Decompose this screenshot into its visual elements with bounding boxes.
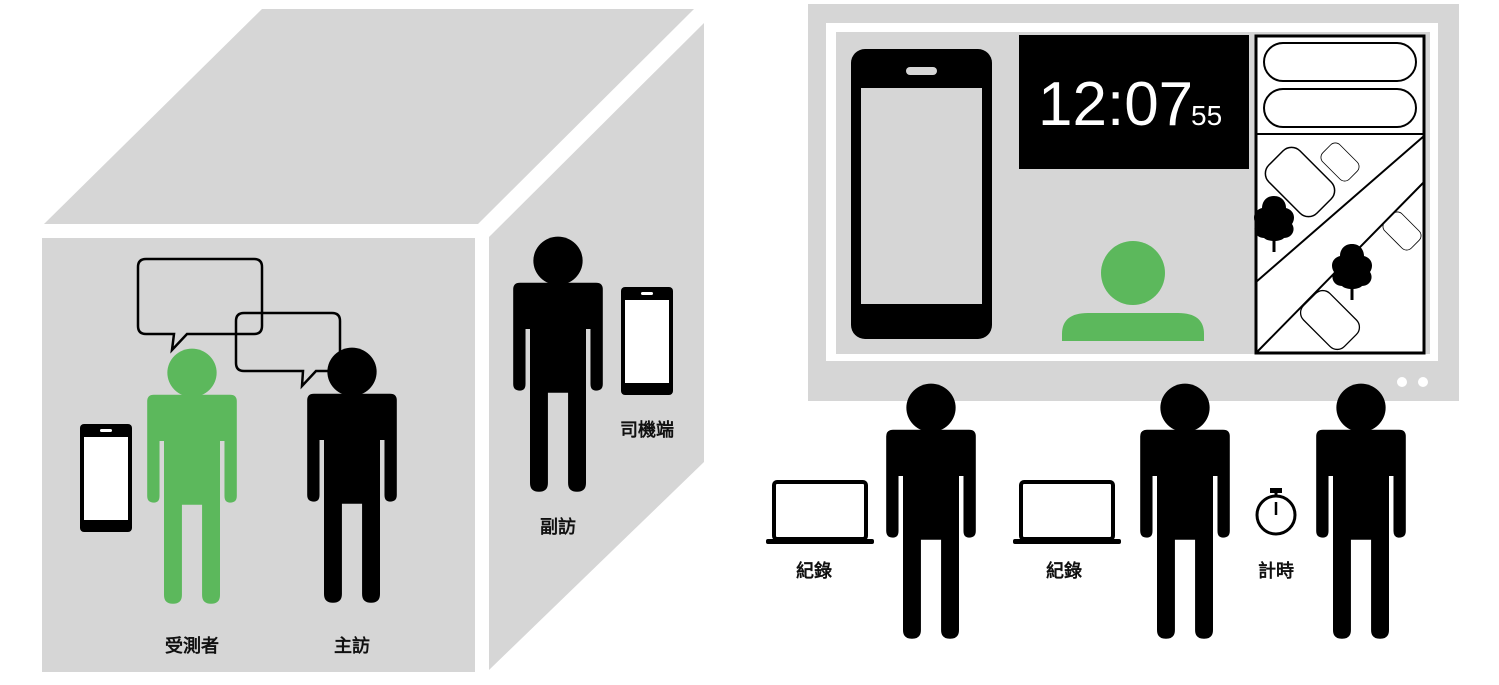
- smartphone-icon: [80, 424, 132, 532]
- assistant-interviewer-label: 副訪: [540, 516, 576, 538]
- monitor-indicator-icon: [1397, 377, 1407, 387]
- clock-seconds: 55: [1191, 100, 1222, 131]
- map-panel: [1253, 34, 1426, 355]
- observation-room-diagram: 受測者 主訪 副訪 司機端 12:07 55 紀錄 紀錄 計時: [42, 4, 1459, 672]
- clock-time: 12:07: [1038, 70, 1193, 139]
- record-label: 紀錄: [796, 560, 832, 582]
- smartphone-icon: [621, 287, 673, 395]
- main-interviewer-label: 主訪: [334, 635, 370, 657]
- subject-label: 受測者: [165, 635, 219, 657]
- monitor-indicator-icon: [1418, 377, 1428, 387]
- stopwatch-icon: [1255, 488, 1297, 536]
- recorder-figure: [1140, 383, 1230, 639]
- driver-device-label: 司機端: [620, 419, 674, 441]
- laptop-icon: [1011, 480, 1123, 546]
- smartphone-icon: [851, 49, 992, 339]
- map-button: [1263, 88, 1417, 128]
- record-label: 紀錄: [1046, 560, 1082, 582]
- recorder-figure: [886, 383, 976, 639]
- clock-display: 12:07 55: [1019, 35, 1249, 169]
- map-button: [1263, 42, 1417, 82]
- timer-label: 計時: [1258, 560, 1294, 582]
- laptop-icon: [764, 480, 876, 546]
- timekeeper-figure: [1316, 383, 1406, 639]
